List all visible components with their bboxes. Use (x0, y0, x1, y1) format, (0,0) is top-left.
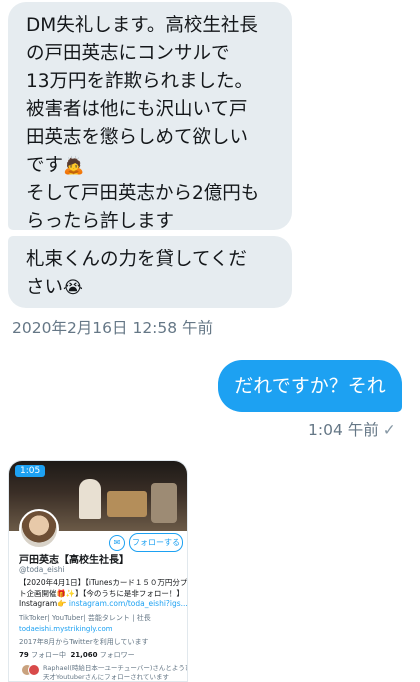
header-person-figure (79, 479, 101, 519)
outgoing-timestamp-row: 1:04 午前 ✓ (308, 418, 396, 440)
message-line: です (26, 155, 64, 176)
profile-handle: @toda_eishi (19, 565, 65, 574)
message-line: らったら許します (26, 211, 175, 232)
profile-category: TikToker| YouTuber| 芸能タレント | 社長 (19, 614, 151, 622)
message-line: DM失礼します。高校生社長 (26, 15, 258, 36)
profile-avatar (19, 509, 59, 549)
followed-by-avatars (21, 664, 40, 676)
outgoing-timestamp: 1:04 午前 (308, 421, 379, 439)
profile-counts: 79 フォロー中 21,060 フォロワー (19, 650, 135, 660)
message-line: 被害者は他にも沢山いて戸 (26, 99, 248, 120)
message-line: の戸田英志にコンサルで (26, 43, 230, 64)
profile-join-date: 2017年8月からTwitterを利用しています (19, 638, 149, 646)
mini-avatar (28, 664, 40, 676)
followers-count: 21,060 (70, 651, 98, 659)
crying-emoji-icon: 😭 (63, 278, 83, 298)
message-line-with-emoji: です🙇 (26, 152, 284, 180)
message-line: 田英志を懲らしめて欲しい (26, 127, 249, 148)
notification-bell-icon: ✉ (109, 535, 125, 551)
instagram-link: instagram.com/toda_eishi?igs... (68, 599, 188, 608)
message-line: 13万円を詐欺られました。 (26, 71, 254, 92)
incoming-timestamp: 2020年2月16日 12:58 午前 (12, 319, 214, 337)
following-label: フォロー中 (30, 651, 66, 659)
profile-name: 戸田英志【高校生社長】 (19, 555, 129, 566)
followers-label: フォロワー (99, 651, 135, 659)
follow-button: フォローする (129, 533, 183, 552)
profile-bio-line: ト企画開催🎁✨】【今のうちに是非フォロー！】 (19, 589, 184, 598)
message-line: そして戸田英志から2億円も (26, 183, 260, 204)
following-count: 79 (19, 651, 29, 659)
status-time: 1:05 (15, 465, 46, 477)
bio-prefix: Instagram👉 (19, 599, 69, 608)
bowing-emoji-icon: 🙇 (63, 156, 85, 176)
header-shelf-figure (151, 483, 177, 523)
profile-bio-line: 【2020年4月1日】【iTunesカード１５０万円分プレゼン (19, 578, 188, 587)
message-line: さい (26, 277, 64, 298)
profile-bio-line: Instagram👉 instagram.com/toda_eishi?igs.… (19, 599, 188, 608)
attached-screenshot[interactable]: 1:05 ✉ フォローする 戸田英志【高校生社長】 @toda_eishi 【2… (8, 460, 188, 682)
message-line: 札束くんの力を貸してくだ (26, 249, 247, 270)
message-line-with-emoji: さい😭 (26, 274, 284, 302)
incoming-message-bubble[interactable]: DM失礼します。高校生社長 の戸田英志にコンサルで 13万円を詐欺られました。 … (8, 2, 292, 232)
check-icon: ✓ (382, 421, 396, 439)
incoming-message-bubble[interactable]: 札束くんの力を貸してくだ さい😭 (8, 236, 292, 308)
header-bag-figure (107, 491, 147, 517)
profile-website: todaeishi.mystrikingly.com (19, 625, 113, 633)
outgoing-message-bubble[interactable]: だれですか？それ (218, 360, 402, 412)
